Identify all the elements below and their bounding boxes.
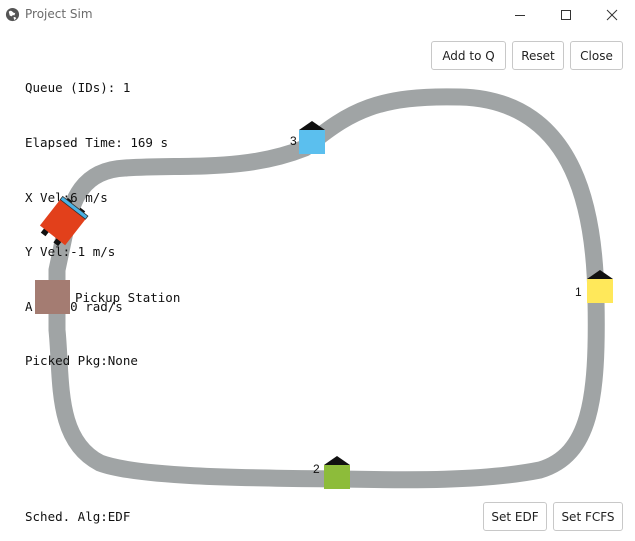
robot-vehicle-icon [39,195,89,247]
destination-3-label: 3 [290,134,297,148]
picked-package-readout: Picked Pkg:None [25,353,138,369]
house-roof [587,270,613,279]
house-roof [324,456,350,465]
set-edf-button[interactable]: Set EDF [483,502,547,531]
destination-1-house-icon [587,270,613,303]
destination-2-house-icon [324,456,350,489]
pickup-station-label: Pickup Station [75,290,181,305]
set-fcfs-button[interactable]: Set FCFS [553,502,623,531]
scheduler-status: Sched. Alg:EDF [25,509,131,524]
house-body [587,279,613,303]
destination-1-label: 1 [575,285,582,299]
close-button[interactable]: Close [570,41,623,70]
app-window: Project Sim Queue (IDs): 1 Elapsed Time:… [0,0,635,541]
house-body [324,465,350,489]
pickup-station [35,280,70,314]
queue-readout: Queue (IDs): 1 [25,80,131,96]
add-to-queue-button[interactable]: Add to Q [431,41,506,70]
destination-2-label: 2 [313,462,320,476]
house-roof [299,121,325,130]
destination-3-house-icon [299,121,325,154]
reset-button[interactable]: Reset [512,41,564,70]
elapsed-time-readout: Elapsed Time: 169 s [25,135,168,150]
house-body [299,130,325,154]
